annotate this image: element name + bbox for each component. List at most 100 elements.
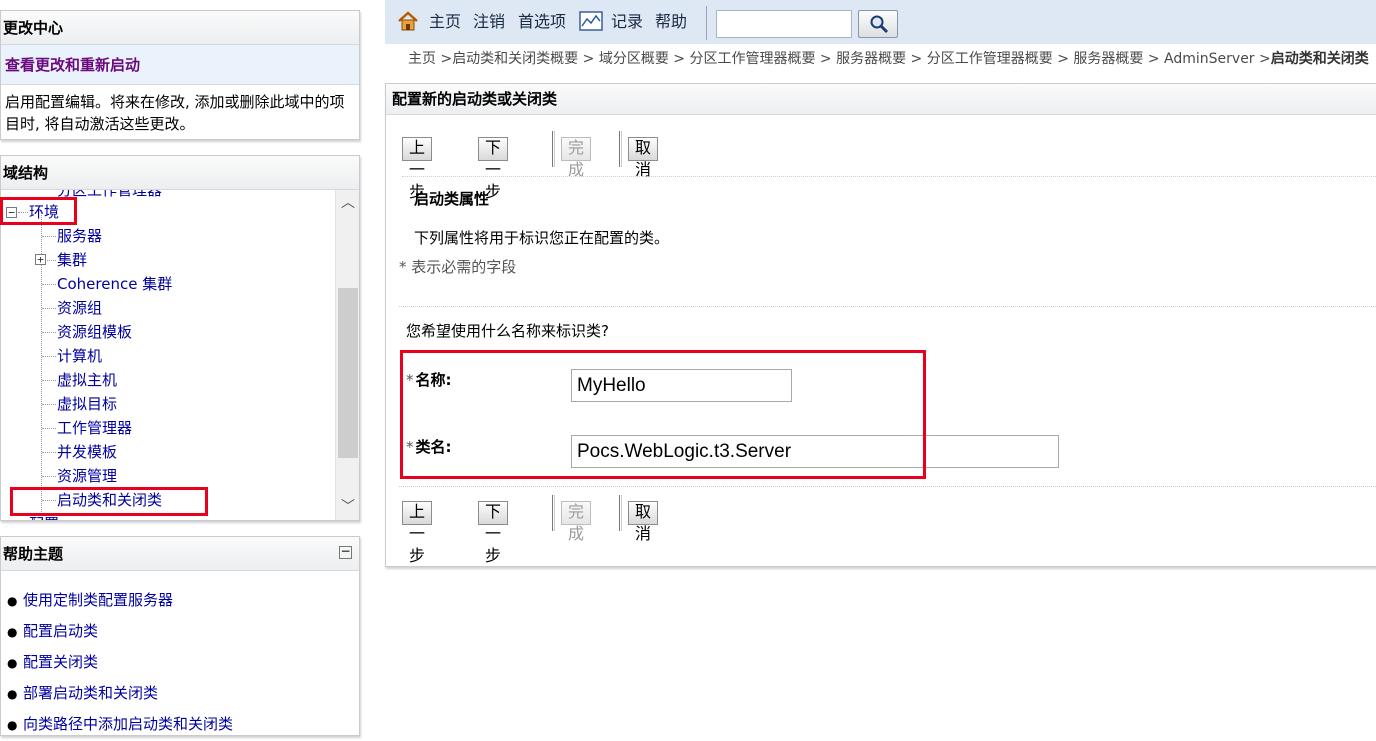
help-link[interactable]: 使用定制类配置服务器: [23, 591, 173, 609]
next-button[interactable]: 下一步: [478, 137, 509, 201]
button-divider: [552, 131, 555, 167]
help-topics-title-text: 帮助主题: [3, 545, 64, 563]
tree-connector: [42, 284, 56, 285]
tree-item-label[interactable]: 虚拟主机: [57, 371, 117, 389]
tree-connector: [42, 380, 56, 381]
tree-item-concurrent-templates[interactable]: 并发模板: [57, 440, 117, 464]
record-link[interactable]: 记录: [611, 0, 643, 44]
scroll-down-icon[interactable]: ﹀: [336, 494, 359, 520]
divider: [399, 486, 1376, 487]
scroll-up-icon[interactable]: ︿: [336, 190, 359, 216]
button-divider: [619, 495, 622, 531]
expand-icon[interactable]: +: [35, 254, 46, 265]
finish-button[interactable]: 完成: [561, 501, 592, 543]
change-center-description: 启用配置编辑。将来在修改, 添加或删除此域中的项目时, 将自动激活这些更改。: [5, 93, 345, 133]
tree-scrollbar[interactable]: ︿ ﹀: [335, 190, 359, 520]
tree-connector: [42, 308, 56, 309]
scroll-thumb[interactable]: [338, 288, 358, 458]
tree-connector: [42, 476, 56, 477]
breadcrumb-item[interactable]: AdminServer >: [1164, 51, 1271, 67]
home-link[interactable]: 主页: [429, 0, 461, 44]
tree-connector: [42, 404, 56, 405]
tree-item-label[interactable]: 集群: [57, 251, 87, 269]
section-description: 下列属性将用于标识您正在配置的类。: [414, 229, 670, 247]
tree-item-resource-groups[interactable]: 资源组: [57, 296, 102, 320]
cancel-button[interactable]: 取消: [628, 501, 659, 543]
breadcrumb-item[interactable]: 启动类和关闭类概要 >: [452, 51, 594, 67]
help-topics-list: ● 使用定制类配置服务器 ● 配置启动类 ● 配置关闭类 ● 部署启动类和关闭类 ● 向类…: [1, 571, 359, 740]
record-icon[interactable]: [579, 11, 603, 31]
change-center-panel: 更改中心 查看更改和重新启动 启用配置编辑。将来在修改, 添加或删除此域中的项目…: [0, 10, 360, 140]
breadcrumb-item[interactable]: 服务器概要 >: [1073, 51, 1159, 67]
back-button[interactable]: 上一步: [402, 501, 433, 565]
tree-connector: [42, 236, 56, 237]
domain-tree: 分区工作管理器 − 环境 服务器 + 集群 Coherence 集群 资源组 资…: [1, 190, 335, 520]
page-title: 配置新的启动类或关闭类: [386, 84, 1376, 115]
help-topics-title: 帮助主题 −: [1, 537, 359, 571]
tree-item-resource-group-templates[interactable]: 资源组模板: [57, 320, 132, 344]
tree-item-coherence-clusters[interactable]: Coherence 集群: [57, 272, 172, 296]
list-item: ● 配置关闭类: [7, 647, 359, 678]
main-panel: 配置新的启动类或关闭类 上一步 下一步 完成 取消 启动类属性 下列属性将用于标…: [385, 83, 1376, 567]
finish-button[interactable]: 完成: [561, 137, 592, 179]
tree-item-label[interactable]: 计算机: [57, 347, 102, 365]
tree-connector: [47, 260, 56, 261]
bullet-icon: ●: [7, 687, 18, 701]
view-changes-restarts-link[interactable]: 查看更改和重新启动: [5, 56, 140, 74]
tree-item-machines[interactable]: 计算机: [57, 344, 102, 368]
highlight-startup-shutdown: [10, 487, 208, 516]
breadcrumb: 主页 >启动类和关闭类概要 > 域分区概要 > 分区工作管理器概要 > 服务器概…: [408, 48, 1369, 70]
help-link[interactable]: 向类路径中添加启动类和关闭类: [23, 715, 233, 733]
next-button[interactable]: 下一步: [478, 501, 509, 565]
tree-item-label[interactable]: 工作管理器: [57, 419, 132, 437]
list-item: ● 向类路径中添加启动类和关闭类: [7, 709, 359, 740]
breadcrumb-item[interactable]: 主页 >: [408, 51, 452, 67]
bullet-icon: ●: [7, 625, 18, 639]
collapse-icon[interactable]: −: [339, 545, 352, 559]
button-divider: [619, 131, 622, 167]
breadcrumb-item[interactable]: 分区工作管理器概要 >: [689, 51, 831, 67]
tree-item-label[interactable]: Coherence 集群: [57, 275, 172, 293]
cancel-button[interactable]: 取消: [628, 137, 659, 179]
tree-item-virtual-hosts[interactable]: 虚拟主机: [57, 368, 117, 392]
tree-item-label[interactable]: 并发模板: [57, 443, 117, 461]
highlight-environment: [0, 197, 77, 225]
search-input[interactable]: [716, 10, 852, 38]
tree-item-label[interactable]: 资源组模板: [57, 323, 132, 341]
tree-item-label[interactable]: 资源组: [57, 299, 102, 317]
help-topics-panel: 帮助主题 − ● 使用定制类配置服务器 ● 配置启动类 ● 配置关闭类 ● 部署启动类和…: [0, 536, 360, 736]
tree-connector: [42, 356, 56, 357]
breadcrumb-item[interactable]: 域分区概要 >: [599, 51, 685, 67]
tree-connector: [42, 428, 56, 429]
help-link[interactable]: 配置启动类: [23, 622, 98, 640]
divider: [402, 176, 1376, 177]
tree-item-virtual-targets[interactable]: 虚拟目标: [57, 392, 117, 416]
tree-item-servers[interactable]: 服务器: [57, 224, 102, 248]
breadcrumb-item[interactable]: 服务器概要 >: [836, 51, 922, 67]
back-button[interactable]: 上一步: [402, 137, 433, 201]
tree-item-label[interactable]: 服务器: [57, 227, 102, 245]
bullet-icon: ●: [7, 656, 18, 670]
search-button[interactable]: [858, 10, 898, 38]
help-link[interactable]: 部署启动类和关闭类: [23, 684, 158, 702]
change-center-link-row: 查看更改和重新启动: [1, 45, 359, 85]
help-link[interactable]: 配置关闭类: [23, 653, 98, 671]
tree-item-clusters[interactable]: 集群: [57, 248, 87, 272]
preferences-link[interactable]: 首选项: [518, 0, 566, 44]
breadcrumb-current: 启动类和关闭类: [1270, 51, 1369, 67]
tree-item-label[interactable]: 虚拟目标: [57, 395, 117, 413]
required-note: * 表示必需的字段: [399, 258, 517, 276]
logout-link[interactable]: 注销: [473, 0, 505, 44]
home-icon[interactable]: [397, 10, 419, 32]
tree-item-work-managers[interactable]: 工作管理器: [57, 416, 132, 440]
breadcrumb-item[interactable]: 分区工作管理器概要 >: [927, 51, 1069, 67]
list-item: ● 配置启动类: [7, 616, 359, 647]
tree-item-label[interactable]: 资源管理: [57, 467, 117, 485]
question-text: 您希望使用什么名称来标识类?: [406, 322, 609, 340]
tree-connector: [42, 332, 56, 333]
change-center-title: 更改中心: [1, 11, 359, 45]
help-link[interactable]: 帮助: [655, 0, 687, 44]
bullet-icon: ●: [7, 718, 18, 732]
bullet-icon: ●: [7, 594, 18, 608]
tree-item-resource-management[interactable]: 资源管理: [57, 464, 117, 488]
